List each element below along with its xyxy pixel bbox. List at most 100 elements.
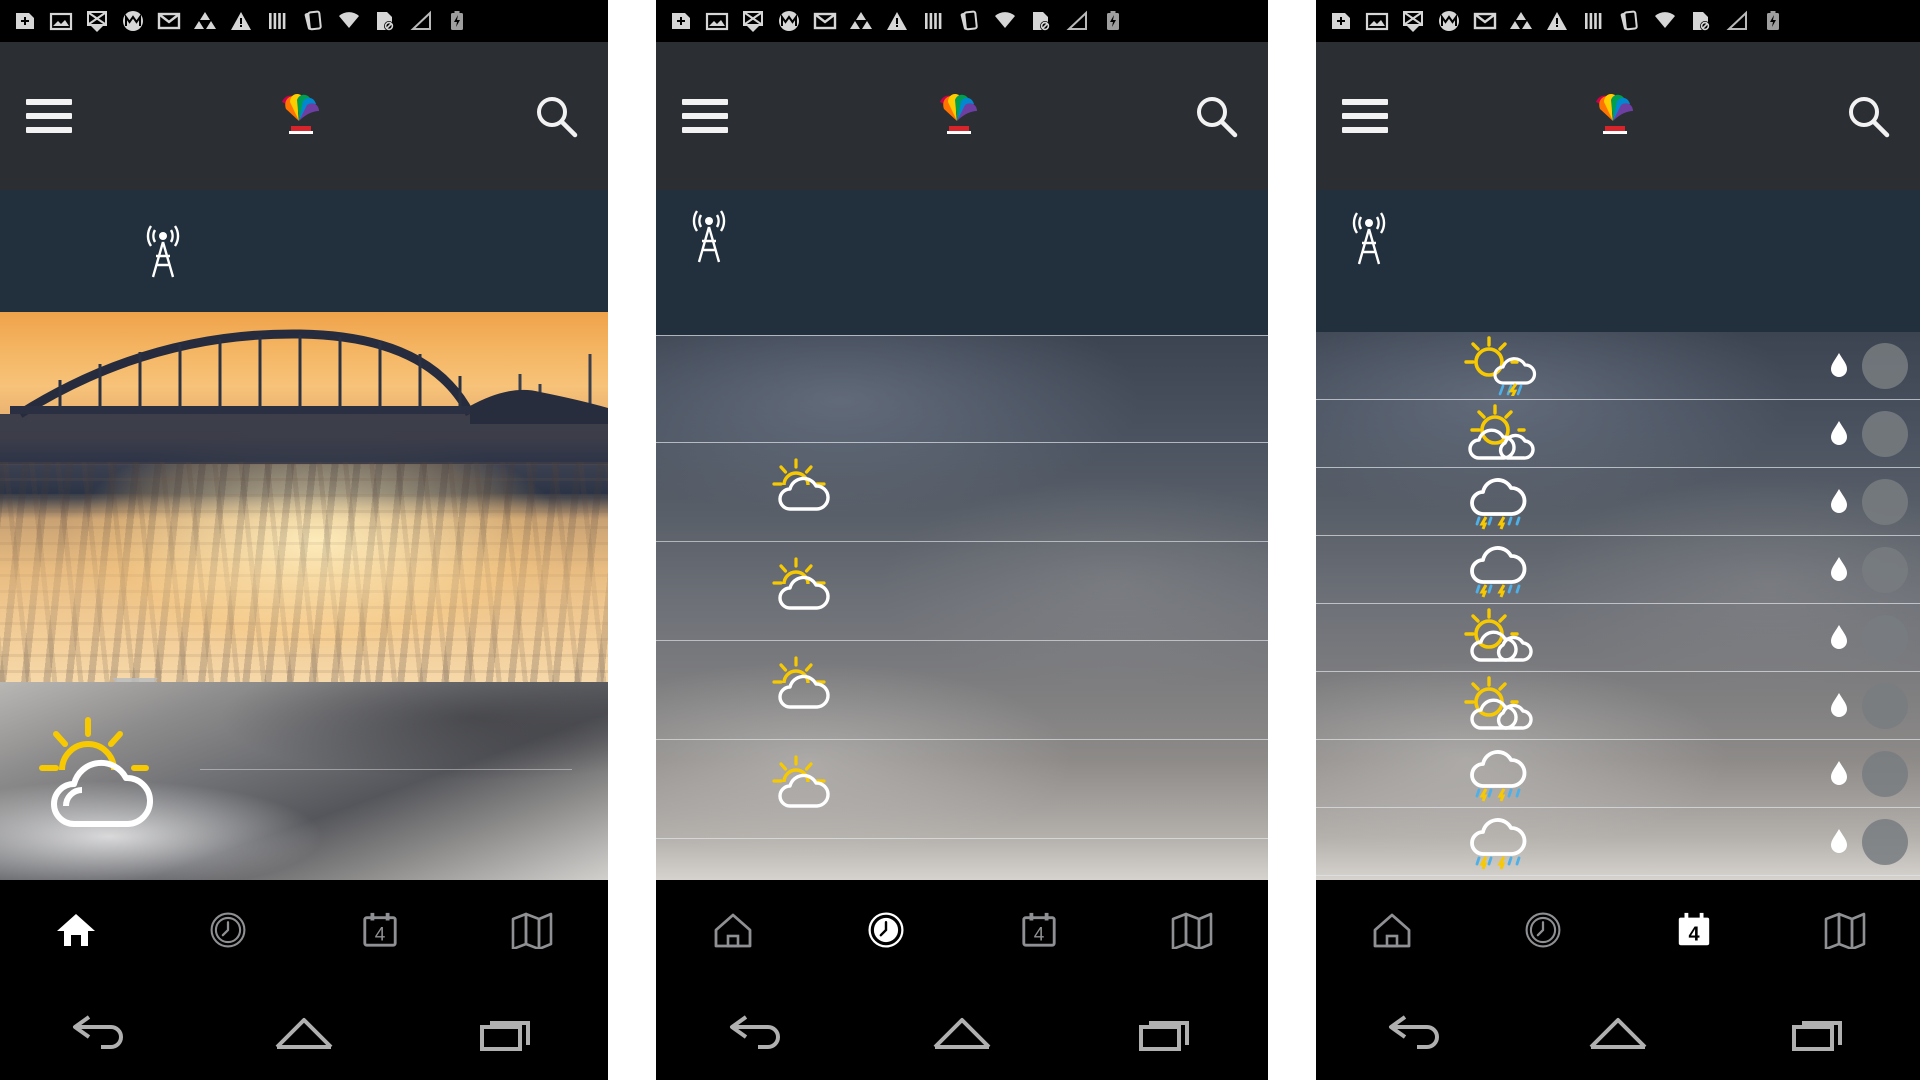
hourly-row[interactable] bbox=[656, 641, 1268, 740]
system-nav-bar bbox=[1316, 986, 1920, 1080]
photo-icon bbox=[1364, 8, 1390, 34]
add-day-button[interactable] bbox=[1862, 750, 1908, 797]
bars-icon bbox=[920, 8, 946, 34]
back-icon[interactable] bbox=[58, 1004, 144, 1062]
recents-icon[interactable] bbox=[1776, 1004, 1862, 1062]
sun-behind-cloud-icon bbox=[1446, 403, 1550, 464]
daily-row[interactable] bbox=[1316, 672, 1920, 740]
three-panel-screenshot: 4 4 4 bbox=[0, 0, 1920, 1080]
map-icon bbox=[511, 912, 553, 949]
live-banner[interactable] bbox=[0, 190, 608, 312]
daily-row[interactable] bbox=[1316, 604, 1920, 672]
daily-list-container[interactable] bbox=[1316, 332, 1920, 880]
hourly-row[interactable] bbox=[656, 443, 1268, 542]
add-day-button[interactable] bbox=[1862, 410, 1908, 457]
daily-row[interactable] bbox=[1316, 740, 1920, 808]
gmail-icon bbox=[156, 8, 182, 34]
hero-current-conditions[interactable] bbox=[0, 312, 608, 682]
hamburger-icon[interactable] bbox=[682, 99, 728, 133]
raindrop-icon bbox=[1831, 352, 1847, 377]
search-icon[interactable] bbox=[1190, 90, 1242, 142]
wifi-icon bbox=[336, 8, 362, 34]
tab-radar[interactable] bbox=[1769, 911, 1920, 955]
tab-home[interactable] bbox=[1316, 911, 1467, 955]
tab-radar[interactable] bbox=[456, 911, 608, 955]
battery-charging-icon bbox=[1100, 8, 1126, 34]
tab-hourly[interactable] bbox=[809, 911, 962, 955]
triangles-icon bbox=[192, 8, 218, 34]
hamburger-icon[interactable] bbox=[1342, 99, 1388, 133]
daily-precip bbox=[1742, 487, 1862, 517]
cards-icon bbox=[956, 8, 982, 34]
daily-row[interactable] bbox=[1316, 468, 1920, 536]
home-icon[interactable] bbox=[261, 1004, 347, 1062]
add-day-button[interactable] bbox=[1862, 342, 1908, 389]
add-day-button[interactable] bbox=[1862, 614, 1908, 661]
daily-precip bbox=[1742, 759, 1862, 789]
broadcast-tower-icon bbox=[692, 210, 726, 263]
nbc-peacock-icon bbox=[940, 93, 977, 121]
recents-icon[interactable] bbox=[1123, 1004, 1209, 1062]
raindrop-icon bbox=[1831, 828, 1847, 853]
search-icon[interactable] bbox=[530, 90, 582, 142]
recents-icon[interactable] bbox=[464, 1004, 550, 1062]
hourly-row[interactable] bbox=[656, 740, 1268, 839]
daily-row[interactable] bbox=[1316, 536, 1920, 604]
raindrop-icon bbox=[1831, 488, 1847, 513]
tab-daily[interactable]: 4 bbox=[962, 911, 1115, 955]
brand-logo bbox=[935, 84, 983, 145]
tab-hourly[interactable] bbox=[152, 911, 304, 955]
hourly-row[interactable] bbox=[656, 542, 1268, 641]
x-envelope-icon bbox=[1400, 8, 1426, 34]
daily-row[interactable] bbox=[1316, 400, 1920, 468]
cards-icon bbox=[300, 8, 326, 34]
search-icon[interactable] bbox=[1842, 90, 1894, 142]
home-icon bbox=[714, 913, 751, 948]
sim-add-icon bbox=[12, 8, 38, 34]
phone-panel-hourly: 4 bbox=[656, 0, 1268, 1080]
home-icon[interactable] bbox=[1575, 1004, 1661, 1062]
hamburger-icon[interactable] bbox=[26, 99, 72, 133]
daily-row[interactable] bbox=[1316, 808, 1920, 876]
back-icon[interactable] bbox=[715, 1004, 801, 1062]
tab-hourly[interactable] bbox=[1467, 911, 1618, 955]
cloud-storm-icon bbox=[1446, 744, 1550, 804]
status-bar bbox=[0, 0, 608, 42]
tab-daily[interactable]: 4 bbox=[304, 911, 456, 955]
home-icon[interactable] bbox=[919, 1004, 1005, 1062]
clock-icon bbox=[210, 912, 246, 948]
photo-icon bbox=[704, 8, 730, 34]
tab-radar[interactable] bbox=[1115, 911, 1268, 955]
sd-card-disabled-icon bbox=[372, 8, 398, 34]
raindrop-icon bbox=[1831, 556, 1847, 581]
status-bar-icons bbox=[1328, 8, 1906, 34]
triangles-icon bbox=[1508, 8, 1534, 34]
detail-row bbox=[200, 682, 572, 770]
add-day-button[interactable] bbox=[1862, 478, 1908, 525]
live-banner[interactable] bbox=[656, 190, 1268, 335]
motorola-icon bbox=[1436, 8, 1462, 34]
add-day-button[interactable] bbox=[1862, 682, 1908, 729]
daily-row[interactable] bbox=[1316, 332, 1920, 400]
tab-bar: 4 bbox=[656, 880, 1268, 986]
hourly-list-container[interactable] bbox=[656, 335, 1268, 880]
hourly-day-header bbox=[656, 335, 1268, 443]
tab-home[interactable] bbox=[656, 911, 809, 955]
add-day-button[interactable] bbox=[1862, 818, 1908, 865]
cloud-storm-icon bbox=[1446, 472, 1550, 532]
back-icon[interactable] bbox=[1374, 1004, 1460, 1062]
tab-daily[interactable]: 4 bbox=[1618, 911, 1769, 955]
tab-bar: 4 bbox=[0, 880, 608, 986]
app-header bbox=[656, 42, 1268, 190]
tab-home[interactable] bbox=[0, 911, 152, 955]
warning-icon bbox=[1544, 8, 1570, 34]
weather-band bbox=[947, 130, 971, 134]
phone-panel-daily: 4 bbox=[1316, 0, 1920, 1080]
live-banner[interactable] bbox=[1316, 190, 1920, 332]
daily-row[interactable] bbox=[1316, 876, 1920, 880]
warning-icon bbox=[884, 8, 910, 34]
triangles-icon bbox=[848, 8, 874, 34]
broadcast-tower-icon bbox=[1352, 212, 1386, 265]
add-day-button[interactable] bbox=[1862, 546, 1908, 593]
raindrop-icon bbox=[1831, 624, 1847, 649]
